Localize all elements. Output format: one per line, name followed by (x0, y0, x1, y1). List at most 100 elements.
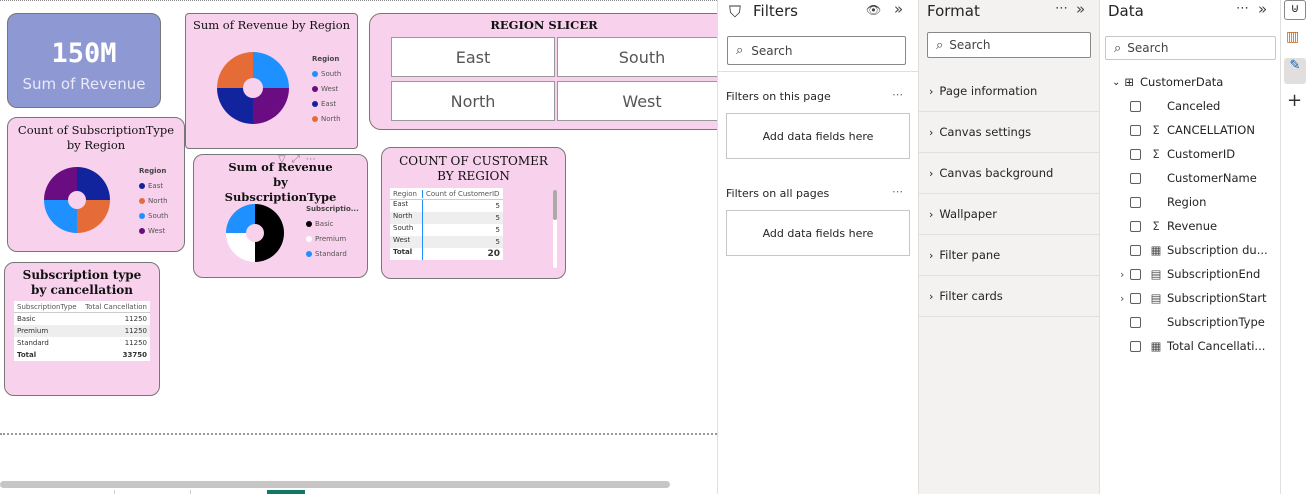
format-section-filter-cards[interactable]: › Filter cards (919, 276, 1099, 317)
subs-by-region-card[interactable]: Count of SubscriptionType by Region Regi… (7, 117, 185, 252)
table-row[interactable]: Basic 11250 (14, 313, 150, 325)
subtype-cancel-table[interactable]: SubscriptionType Total Cancellation Basic… (14, 301, 150, 361)
collapse-icon[interactable]: » (894, 0, 903, 18)
field-checkbox[interactable] (1130, 196, 1141, 208)
table-scrollbar[interactable] (553, 190, 557, 268)
field-checkbox[interactable] (1130, 316, 1141, 328)
cell: 11250 (124, 315, 147, 323)
legend-item[interactable]: Basic (306, 217, 359, 232)
format-section-wallpaper[interactable]: › Wallpaper (919, 194, 1099, 235)
legend-item[interactable]: Standard (306, 247, 359, 262)
field-checkbox[interactable] (1130, 148, 1141, 160)
format-section-filter-pane[interactable]: › Filter pane (919, 235, 1099, 276)
field-name: Subscription du... (1167, 243, 1268, 257)
field-checkbox[interactable] (1130, 244, 1141, 256)
revenue-by-region-card[interactable]: Sum of Revenue by Region Region South We… (185, 13, 358, 149)
cust-by-region-table[interactable]: Region Count of CustomerID East 5 North 5 S… (390, 188, 503, 260)
field-checkbox[interactable] (1130, 220, 1141, 232)
kpi-card[interactable]: 150M Sum of Revenue (7, 13, 161, 108)
data-field-row[interactable]: ▦ Subscription du... (1130, 238, 1268, 262)
search-icon: ⌕ (936, 37, 944, 53)
table-row[interactable]: South 5 (390, 224, 503, 236)
page-top-border (0, 0, 717, 1)
legend-item[interactable]: East (139, 179, 168, 194)
format-section-canvas-background[interactable]: › Canvas background (919, 153, 1099, 194)
data-field-row[interactable]: › ▤ SubscriptionStart (1120, 286, 1267, 310)
filters-pane[interactable]: ⛉ Filters 👁 » ⌕ Search Filters on this p… (717, 0, 918, 494)
legend-item[interactable]: South (312, 67, 341, 82)
report-canvas[interactable]: 150M Sum of Revenue Sum of Revenue by Re… (0, 0, 717, 494)
data-field-row[interactable]: Region (1130, 190, 1206, 214)
more-options-icon[interactable]: ⋯ (1236, 1, 1249, 16)
format-section-page-information[interactable]: › Page information (919, 71, 1099, 112)
sigma-icon: Σ (1152, 219, 1160, 233)
rev-by-subtype-pie[interactable] (226, 204, 284, 262)
region-slicer-card[interactable]: REGION SLICER East South North West (369, 13, 717, 130)
build-visual-icon[interactable]: ▥ (1286, 29, 1299, 45)
chevron-right-icon: › (929, 289, 934, 303)
chevron-right-icon[interactable]: › (1120, 292, 1124, 305)
legend-label: West (148, 227, 166, 235)
chevron-right-icon[interactable]: › (1120, 268, 1124, 281)
add-pane-icon[interactable]: + (1287, 90, 1302, 111)
slicer-item-south[interactable]: South (557, 37, 717, 77)
data-pane-toggle-icon[interactable]: ⊍ (1284, 0, 1306, 20)
slicer-item-west[interactable]: West (557, 81, 717, 121)
data-field-row[interactable]: CustomerName (1130, 166, 1257, 190)
data-pane[interactable]: Data ⋯ » ⌕ Search ⌄ ⊞ CustomerData Cance… (1099, 0, 1280, 494)
data-table-customerdata[interactable]: ⌄ ⊞ CustomerData (1112, 70, 1223, 94)
table-row[interactable]: North 5 (390, 212, 503, 224)
slicer-item-east[interactable]: East (391, 37, 555, 77)
horizontal-scrollbar[interactable] (0, 481, 670, 488)
field-checkbox[interactable] (1130, 268, 1141, 280)
table-row[interactable]: West 5 (390, 236, 503, 248)
format-section-canvas-settings[interactable]: › Canvas settings (919, 112, 1099, 153)
data-field-row[interactable]: Canceled (1130, 94, 1220, 118)
legend-item[interactable]: North (312, 112, 341, 127)
cust-by-region-card[interactable]: COUNT OF CUSTOMER BY REGION Region Count … (381, 147, 566, 279)
slicer-item-north[interactable]: North (391, 81, 555, 121)
data-field-row[interactable]: SubscriptionType (1130, 310, 1265, 334)
filters-search-input[interactable]: ⌕ Search (727, 36, 906, 65)
subtype-cancel-card[interactable]: Subscription type by cancellation Subscr… (4, 262, 160, 396)
legend-item[interactable]: South (139, 209, 168, 224)
table-row[interactable]: Premium 11250 (14, 325, 150, 337)
format-pane[interactable]: Format ⋯ » ⌕ Search › Page information › C… (918, 0, 1099, 494)
page-filter-dropzone[interactable]: Add data fields here (726, 113, 910, 159)
more-options-icon[interactable]: ⋯ (892, 185, 903, 198)
legend-item[interactable]: West (312, 82, 341, 97)
more-options-icon[interactable]: ⋯ (1055, 1, 1068, 16)
revenue-by-region-pie[interactable] (217, 52, 289, 124)
field-checkbox[interactable] (1130, 292, 1141, 304)
format-search-input[interactable]: ⌕ Search (927, 32, 1091, 58)
table-row[interactable]: East 5 (390, 200, 503, 212)
field-checkbox[interactable] (1130, 124, 1141, 136)
data-field-row[interactable]: Σ CANCELLATION (1130, 118, 1255, 142)
data-field-row[interactable]: ▦ Total Cancellati... (1130, 334, 1265, 358)
eye-icon[interactable]: 👁 (866, 3, 881, 17)
cell: 33750 (122, 351, 147, 359)
rev-by-subtype-card[interactable]: ▽⤢⋯ Sum of Revenue by SubscriptionType S… (193, 154, 368, 278)
field-checkbox[interactable] (1130, 172, 1141, 184)
field-name: Canceled (1167, 99, 1221, 113)
all-pages-filter-dropzone[interactable]: Add data fields here (726, 210, 910, 256)
search-placeholder: Search (949, 38, 991, 52)
collapse-icon[interactable]: » (1258, 0, 1267, 18)
legend-item[interactable]: West (139, 224, 168, 239)
field-checkbox[interactable] (1130, 340, 1141, 352)
data-field-row[interactable]: Σ CustomerID (1130, 142, 1235, 166)
collapse-icon[interactable]: » (1076, 0, 1085, 18)
data-search-input[interactable]: ⌕ Search (1105, 36, 1276, 60)
legend-item[interactable]: East (312, 97, 341, 112)
page-tab-indicator[interactable] (267, 490, 305, 494)
more-options-icon[interactable]: ⋯ (892, 88, 903, 101)
data-field-row[interactable]: Σ Revenue (1130, 214, 1217, 238)
subs-by-region-pie[interactable] (44, 167, 110, 233)
legend-item[interactable]: North (139, 194, 168, 209)
data-field-row[interactable]: › ▤ SubscriptionEnd (1120, 262, 1260, 286)
legend-item[interactable]: Premium (306, 232, 359, 247)
legend-label: South (148, 212, 169, 220)
format-pane-toggle-icon[interactable]: ✎ (1284, 58, 1306, 84)
table-row[interactable]: Standard 11250 (14, 337, 150, 349)
field-checkbox[interactable] (1130, 100, 1141, 112)
